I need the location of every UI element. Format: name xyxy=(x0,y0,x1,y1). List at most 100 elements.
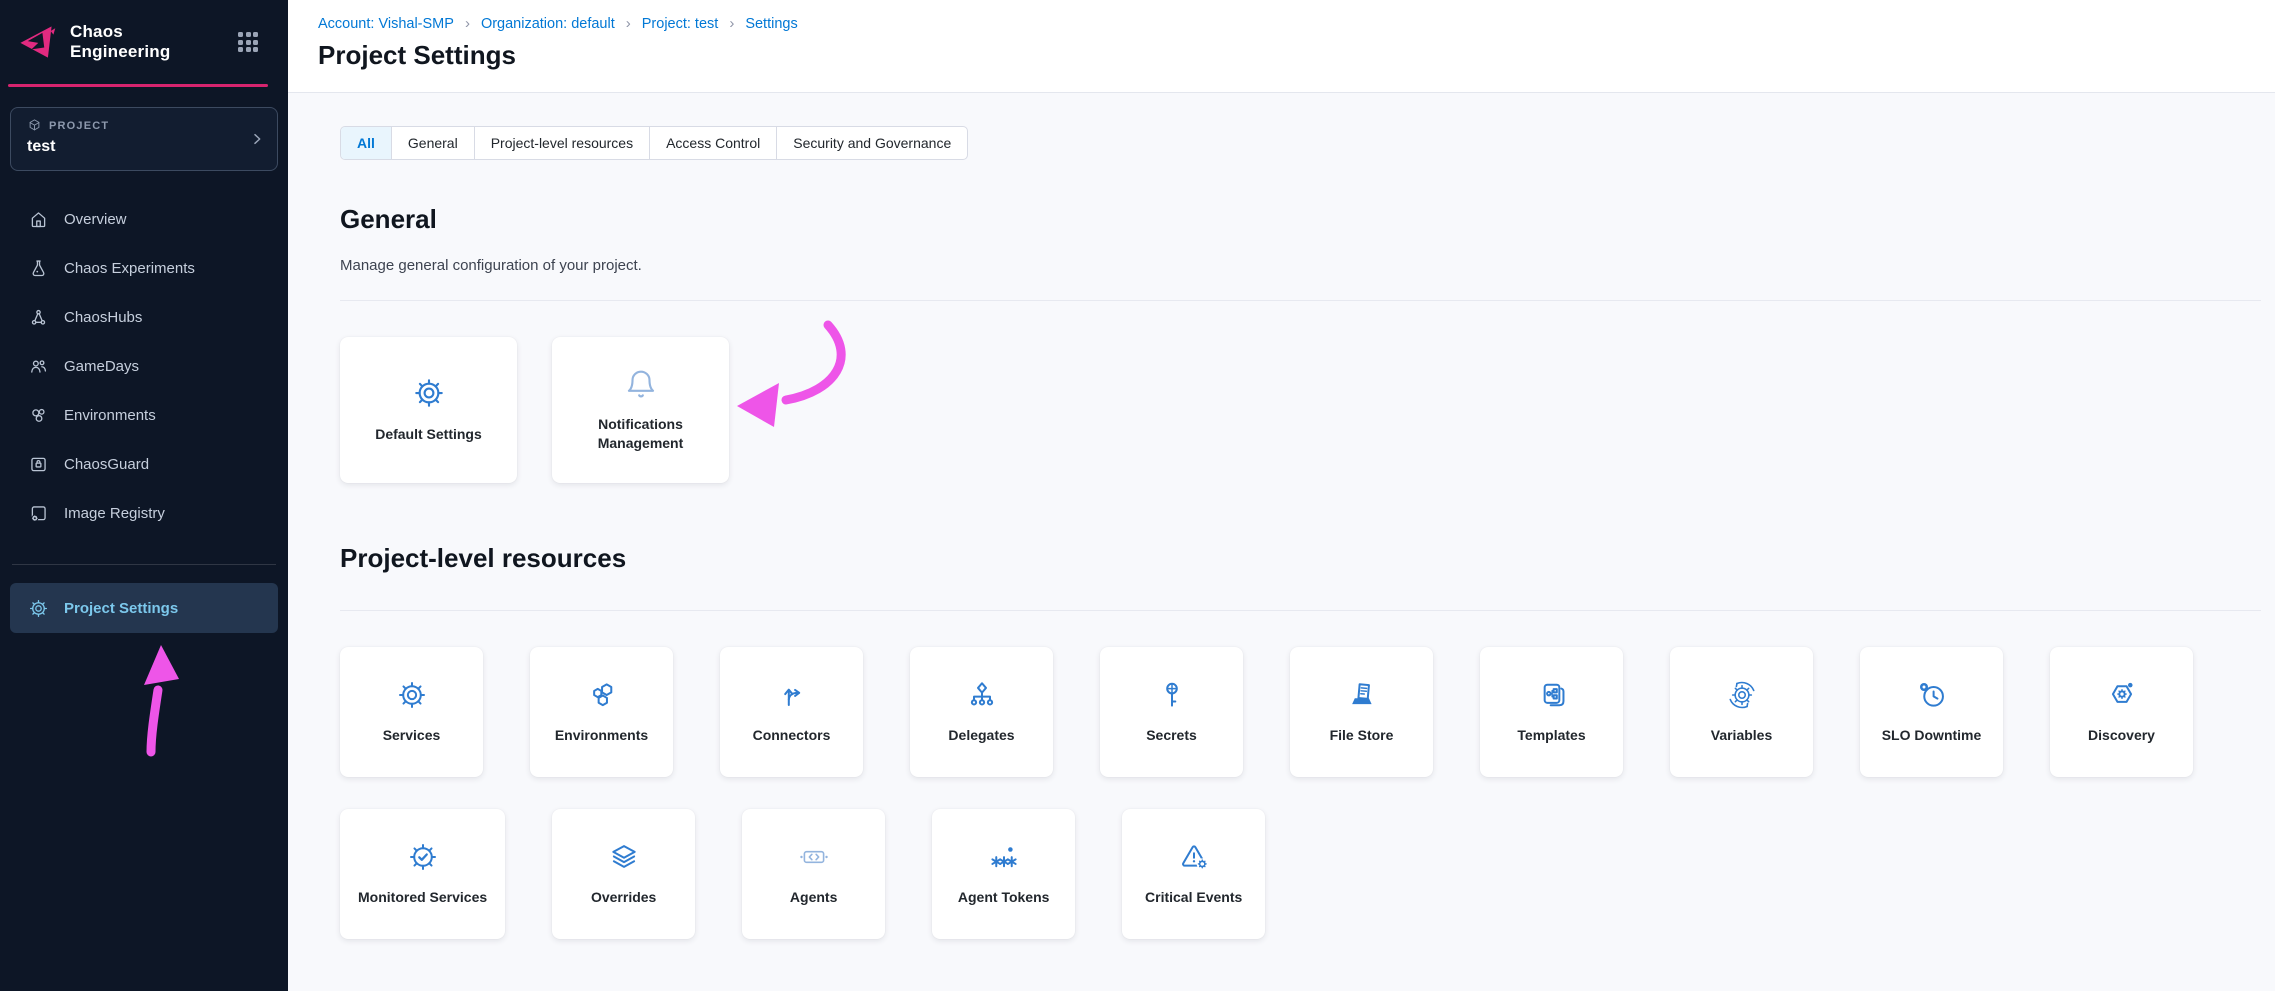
warning-gear-icon xyxy=(1178,841,1210,873)
sidebar-item-chaos-experiments[interactable]: Chaos Experiments xyxy=(0,244,288,293)
flask-icon xyxy=(28,258,49,279)
card-label: Critical Events xyxy=(1145,888,1242,907)
breadcrumb: Account: Vishal-SMP › Organization: defa… xyxy=(318,15,2275,32)
card-templates[interactable]: Templates xyxy=(1480,647,1623,777)
tab-access-control[interactable]: Access Control xyxy=(650,127,777,159)
card-slo-downtime[interactable]: SLO Downtime xyxy=(1860,647,2003,777)
tab-general[interactable]: General xyxy=(392,127,475,159)
gear-icon xyxy=(412,376,446,410)
breadcrumb-separator: › xyxy=(465,15,470,32)
card-critical-events[interactable]: Critical Events xyxy=(1122,809,1265,939)
sidebar-item-label: GameDays xyxy=(64,358,139,375)
breadcrumb-settings-link[interactable]: Settings xyxy=(745,16,797,32)
tab-security-and-governance[interactable]: Security and Governance xyxy=(777,127,967,159)
card-label: Services xyxy=(383,726,441,745)
project-selector[interactable]: PROJECT test xyxy=(10,107,278,171)
card-variables[interactable]: Variables xyxy=(1670,647,1813,777)
sidebar-item-image-registry[interactable]: Image Registry xyxy=(0,489,288,538)
sidebar-item-label: Chaos Experiments xyxy=(64,260,195,277)
sidebar-nav: Overview Chaos Experiments ChaosHubs xyxy=(0,195,288,538)
card-label: Delegates xyxy=(948,726,1014,745)
sidebar-item-environments[interactable]: Environments xyxy=(0,391,288,440)
sidebar-item-label: ChaosHubs xyxy=(64,309,142,326)
brand-underline xyxy=(8,84,268,87)
project-name: test xyxy=(27,138,263,156)
breadcrumb-project-link[interactable]: Project: test xyxy=(642,16,719,32)
page-header: Account: Vishal-SMP › Organization: defa… xyxy=(288,0,2275,93)
card-connectors[interactable]: Connectors xyxy=(720,647,863,777)
branch-arrows-icon xyxy=(776,679,808,711)
tab-all[interactable]: All xyxy=(341,127,392,159)
sidebar-item-project-settings[interactable]: Project Settings xyxy=(10,583,278,633)
lock-icon xyxy=(28,454,49,475)
hierarchy-icon xyxy=(966,679,998,711)
card-agent-tokens[interactable]: Agent Tokens xyxy=(932,809,1075,939)
card-label: Agents xyxy=(790,888,837,907)
card-delegates[interactable]: Delegates xyxy=(910,647,1053,777)
file-store-icon xyxy=(1346,679,1378,711)
card-label: File Store xyxy=(1330,726,1394,745)
cube-icon xyxy=(27,118,42,133)
sidebar: Chaos Engineering PROJECT test xyxy=(0,0,288,991)
card-discovery[interactable]: Discovery xyxy=(2050,647,2193,777)
sidebar-item-label: Project Settings xyxy=(64,600,178,617)
breadcrumb-organization-link[interactable]: Organization: default xyxy=(481,16,615,32)
resource-cards: Services Environments Connectors xyxy=(340,647,2261,939)
card-label: Templates xyxy=(1517,726,1585,745)
divider xyxy=(340,610,2261,611)
key-icon xyxy=(1156,679,1188,711)
chevron-right-icon xyxy=(249,131,265,147)
card-notifications-management[interactable]: Notifications Management xyxy=(552,337,729,483)
tab-project-level-resources[interactable]: Project-level resources xyxy=(475,127,650,159)
card-label: Overrides xyxy=(591,888,656,907)
settings-filter-tabs: All General Project-level resources Acce… xyxy=(340,126,968,160)
sidebar-item-label: Image Registry xyxy=(64,505,165,522)
card-label: Monitored Services xyxy=(358,888,487,907)
card-label: Notifications Management xyxy=(566,415,715,453)
asterisks-icon xyxy=(988,841,1020,873)
card-label: SLO Downtime xyxy=(1882,726,1982,745)
breadcrumb-separator: › xyxy=(626,15,631,32)
gear-icon xyxy=(396,679,428,711)
templates-icon xyxy=(1536,679,1568,711)
sidebar-item-overview[interactable]: Overview xyxy=(0,195,288,244)
card-label: Agent Tokens xyxy=(958,888,1050,907)
gear-sync-icon xyxy=(1726,679,1758,711)
card-default-settings[interactable]: Default Settings xyxy=(340,337,517,483)
harness-chaos-logo-icon xyxy=(14,20,58,64)
hexagon-cluster-icon xyxy=(28,405,49,426)
resources-section-title: Project-level resources xyxy=(340,543,2261,574)
card-label: Connectors xyxy=(753,726,831,745)
breadcrumb-separator: › xyxy=(729,15,734,32)
sidebar-item-gamedays[interactable]: GameDays xyxy=(0,342,288,391)
card-label: Variables xyxy=(1711,726,1773,745)
card-secrets[interactable]: Secrets xyxy=(1100,647,1243,777)
card-environments[interactable]: Environments xyxy=(530,647,673,777)
hub-network-icon xyxy=(28,307,49,328)
breadcrumb-account-link[interactable]: Account: Vishal-SMP xyxy=(318,16,454,32)
bell-icon xyxy=(624,366,658,400)
page-title: Project Settings xyxy=(318,40,2275,71)
card-agents[interactable]: Agents xyxy=(742,809,885,939)
sidebar-item-label: Overview xyxy=(64,211,127,228)
card-label: Discovery xyxy=(2088,726,2155,745)
gear-check-icon xyxy=(407,841,439,873)
divider xyxy=(340,300,2261,301)
clock-icon xyxy=(1916,679,1948,711)
app-title: Chaos Engineering xyxy=(70,22,226,62)
layers-icon xyxy=(608,841,640,873)
sidebar-item-label: ChaosGuard xyxy=(64,456,149,473)
card-file-store[interactable]: File Store xyxy=(1290,647,1433,777)
sidebar-item-chaosguard[interactable]: ChaosGuard xyxy=(0,440,288,489)
card-monitored-services[interactable]: Monitored Services xyxy=(340,809,505,939)
main-content: All General Project-level resources Acce… xyxy=(288,93,2275,991)
people-icon xyxy=(28,356,49,377)
general-section-title: General xyxy=(340,204,2261,235)
sidebar-item-chaoshubs[interactable]: ChaosHubs xyxy=(0,293,288,342)
hexagon-cluster-icon xyxy=(586,679,618,711)
card-services[interactable]: Services xyxy=(340,647,483,777)
card-overrides[interactable]: Overrides xyxy=(552,809,695,939)
card-label: Secrets xyxy=(1146,726,1197,745)
module-grid-icon[interactable] xyxy=(238,32,258,52)
brand-header: Chaos Engineering xyxy=(0,0,288,84)
